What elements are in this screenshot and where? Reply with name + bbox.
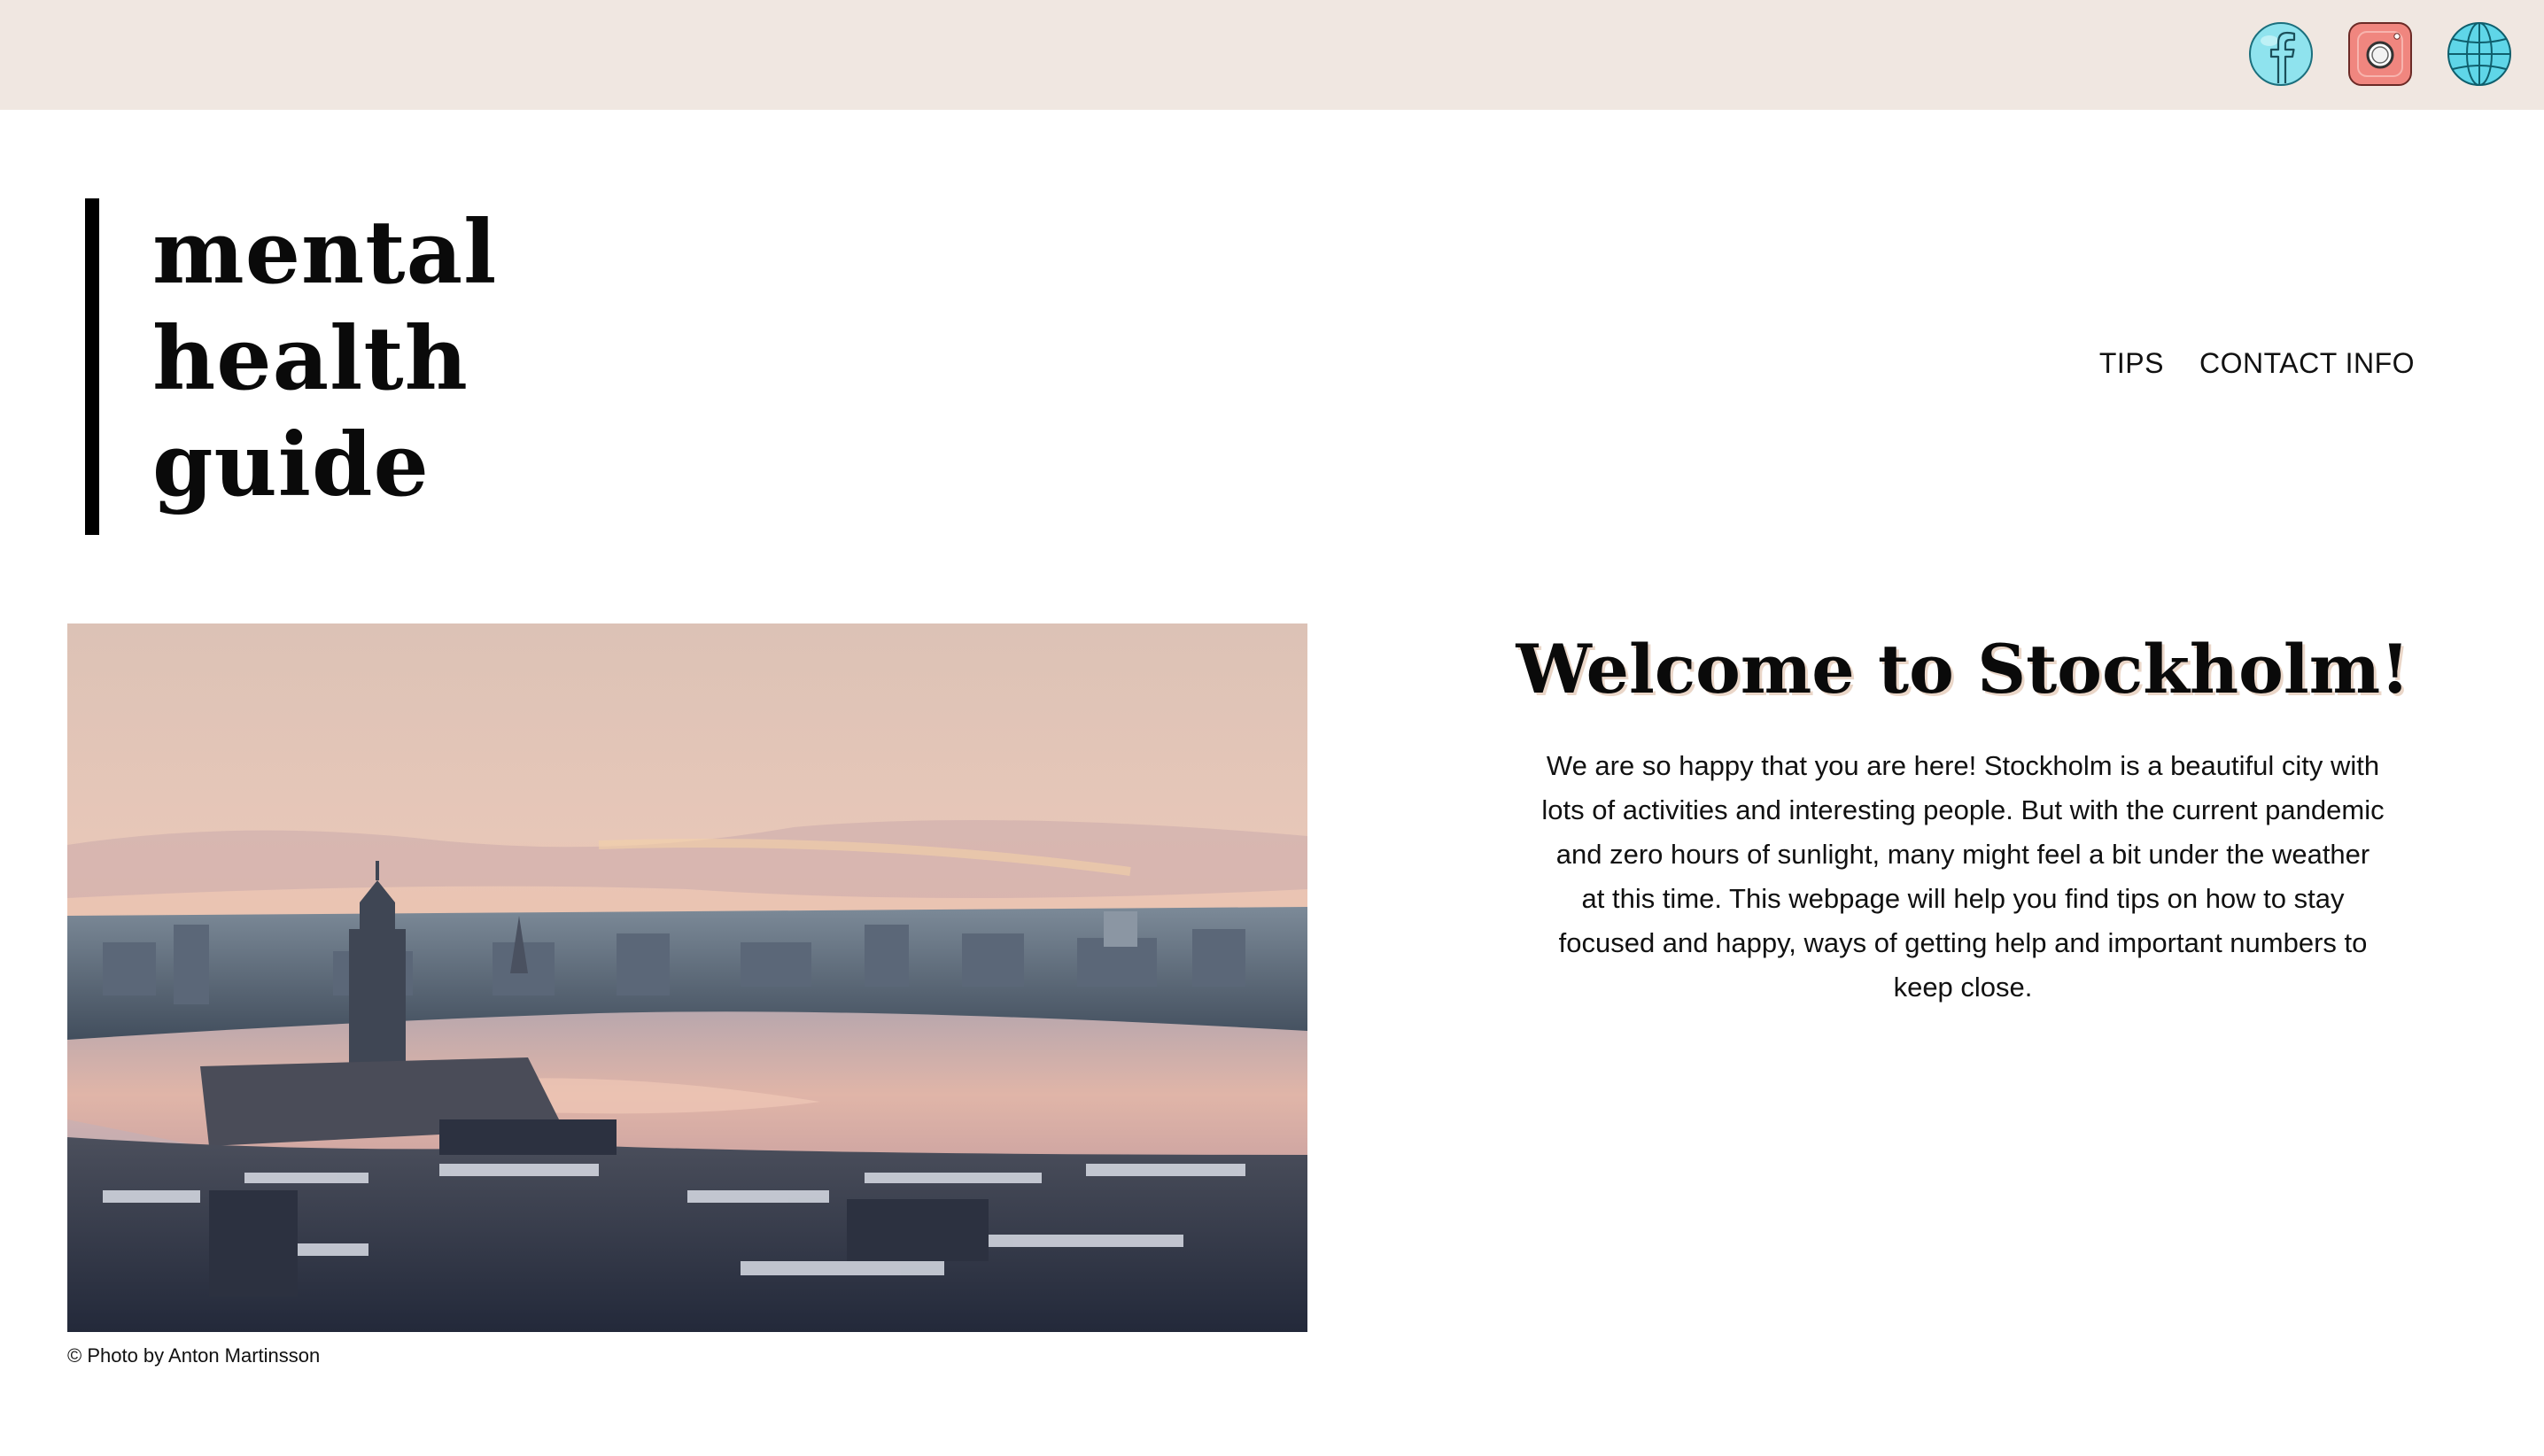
stockholm-photo: [67, 623, 1307, 1332]
nav-contact-link[interactable]: CONTACT INFO: [2199, 347, 2415, 380]
nav-tips-link[interactable]: TIPS: [2099, 347, 2164, 380]
globe-icon: [2447, 22, 2511, 86]
intro-paragraph: We are so happy that you are here! Stock…: [1541, 750, 2385, 1003]
instagram-link[interactable]: [2347, 21, 2413, 87]
logo-line-3: guide: [152, 414, 430, 516]
website-link[interactable]: [2447, 21, 2512, 87]
logo-accent-bar: [85, 198, 99, 535]
site-logo[interactable]: mental health guide: [152, 200, 497, 519]
main-nav: TIPS CONTACT INFO: [2099, 347, 2415, 380]
logo-line-1: mental: [152, 202, 498, 304]
facebook-icon: [2249, 22, 2313, 86]
facebook-link[interactable]: [2248, 21, 2314, 87]
welcome-heading: Welcome to Stockholm!: [1516, 630, 2410, 709]
top-bar: [0, 0, 2544, 110]
instagram-icon: [2348, 22, 2412, 86]
photo-caption: © Photo by Anton Martinsson: [67, 1344, 321, 1367]
logo-line-2: health: [152, 308, 469, 410]
